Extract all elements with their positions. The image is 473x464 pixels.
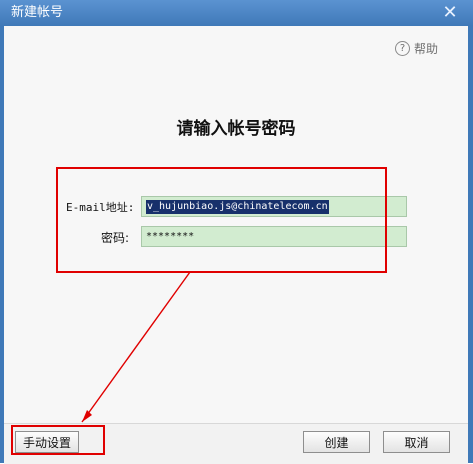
title-bar[interactable]: 新建帐号 ✕ bbox=[0, 0, 473, 26]
dialog-window: 新建帐号 ✕ ? 帮助 请输入帐号密码 E-mail地址: v_hujunbia… bbox=[0, 0, 473, 464]
cancel-label: 取消 bbox=[404, 435, 429, 450]
help-label: 帮助 bbox=[413, 42, 438, 56]
window-title: 新建帐号 bbox=[11, 5, 64, 20]
create-label: 创建 bbox=[324, 435, 349, 450]
create-button[interactable]: 创建 bbox=[303, 431, 370, 453]
cancel-button[interactable]: 取消 bbox=[383, 431, 450, 453]
page-title: 请输入帐号密码 bbox=[176, 119, 296, 139]
close-label: ✕ bbox=[442, 2, 458, 23]
help-icon: ? bbox=[394, 41, 410, 56]
help-link[interactable]: ? 帮助 bbox=[394, 40, 438, 57]
annotation-box-credentials bbox=[56, 167, 387, 273]
annotation-box-manual bbox=[11, 425, 105, 455]
close-icon[interactable]: ✕ bbox=[439, 2, 461, 24]
